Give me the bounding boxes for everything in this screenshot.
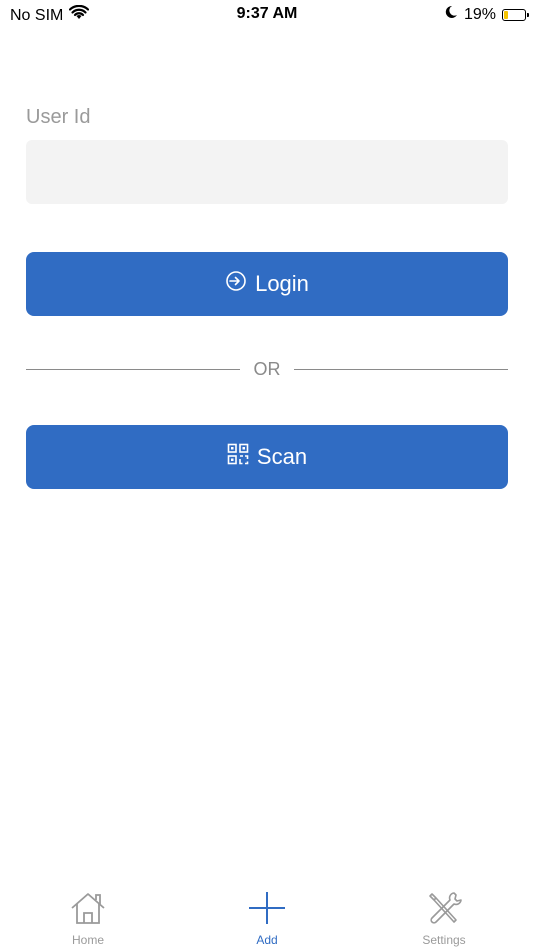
moon-icon <box>444 5 458 24</box>
battery-level-fill <box>504 10 508 19</box>
status-right: 19% <box>444 5 529 24</box>
or-divider: OR <box>26 355 508 385</box>
login-icon <box>225 270 247 298</box>
user-id-input[interactable] <box>26 140 508 204</box>
divider-line-right <box>294 369 508 370</box>
tools-icon <box>424 890 464 931</box>
qr-code-icon <box>227 443 249 471</box>
tab-home-label: Home <box>71 933 104 947</box>
battery-percent: 19% <box>463 5 496 23</box>
tab-home[interactable]: Home <box>28 890 148 947</box>
scan-button-label: Scan <box>256 444 308 469</box>
tab-add[interactable]: Add <box>207 890 327 947</box>
battery-icon <box>502 8 529 21</box>
status-bar: No SIM 9:37 AM 19% <box>0 0 534 28</box>
tab-settings[interactable]: Settings <box>384 890 504 947</box>
user-id-label: User Id <box>26 106 91 128</box>
scan-button[interactable]: Scan <box>26 425 508 489</box>
login-button-label: Login <box>255 271 309 296</box>
tab-bar: Home Add Settings <box>0 886 534 950</box>
home-icon <box>68 890 108 931</box>
plus-icon <box>247 890 287 931</box>
tab-add-label: Add <box>256 933 278 947</box>
login-button[interactable]: Login <box>26 252 508 316</box>
tab-settings-label: Settings <box>422 933 466 947</box>
